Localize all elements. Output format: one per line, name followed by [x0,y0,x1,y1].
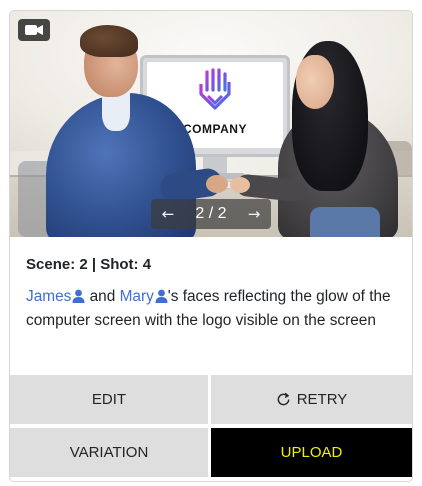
shot-image[interactable]: COMPANY ← 2 / 2 → [10,11,412,237]
refresh-icon [276,392,291,407]
company-logo-icon [199,68,231,114]
woman-face [296,55,334,109]
character-name: Mary [119,288,154,305]
character-mention-james[interactable]: James [26,288,85,305]
man-hand [206,175,228,193]
video-camera-icon [25,25,43,35]
character-name: James [26,288,72,305]
variation-button-label: VARIATION [69,444,149,461]
video-badge [18,19,50,41]
upload-button-label: UPLOAD [280,444,343,461]
retry-button-label: RETRY [296,391,348,408]
man-shirt [102,91,130,131]
scene-shot-label: Scene: 2 | Shot: 4 [26,256,152,273]
pager-current: 2 [195,205,205,222]
pager-total: 2 [217,205,227,222]
retry-button[interactable]: RETRY [211,375,412,424]
character-mention-mary[interactable]: Mary [120,288,168,305]
shot-card: COMPANY ← 2 / 2 → Scene: 2 | Shot: 4 Jam… [9,10,413,482]
edit-button-label: EDIT [91,391,127,408]
man-hair [80,25,138,57]
person-icon [72,289,85,303]
image-pager: ← 2 / 2 → [151,199,271,229]
woman-hand [230,177,250,193]
shot-description: James and Mary's faces reflecting the gl… [26,285,402,333]
variation-button[interactable]: VARIATION [10,428,208,477]
arrow-right-icon[interactable]: → [243,204,265,224]
pager-separator: / [208,205,214,222]
pager-count: 2 / 2 [181,205,241,223]
arrow-left-icon[interactable]: ← [157,204,179,224]
person-icon [155,289,168,303]
upload-button[interactable]: UPLOAD [211,428,412,477]
connector-text: and [89,288,116,305]
edit-button[interactable]: EDIT [10,375,208,424]
woman-jeans [310,207,380,237]
